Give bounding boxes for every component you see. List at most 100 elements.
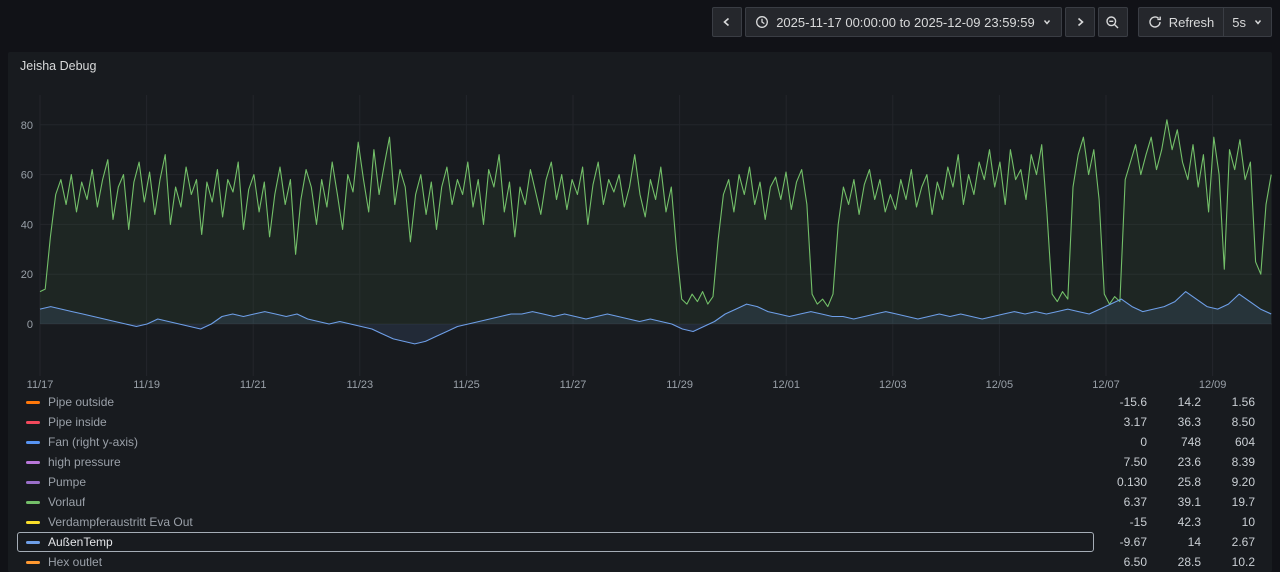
panel-jeisha-debug: Jeisha Debug 11/17 11/19 11/21 11/23 11/25 11… <box>8 52 1272 572</box>
legend-row: AußenTemp -9.67 14 2.67 <box>8 532 1272 552</box>
svg-text:80: 80 <box>21 120 33 132</box>
legend-value: 28.5 <box>1177 555 1201 569</box>
legend-value: 0 <box>1140 435 1147 449</box>
legend-label: Pipe outside <box>48 395 115 409</box>
zoom-out-icon <box>1106 15 1119 28</box>
grafana-app: 2025-11-17 00:00:00 to 2025-12-09 23:59:… <box>0 0 1280 572</box>
series-color-swatch <box>26 560 40 564</box>
caret-down-icon <box>1043 20 1050 25</box>
legend-value: 14 <box>1187 535 1201 549</box>
legend-row: high pressure 7.50 23.6 8.39 <box>8 452 1272 472</box>
svg-text:12/07: 12/07 <box>1092 379 1120 391</box>
legend-value: 7.50 <box>1123 455 1147 469</box>
zoom-out-button[interactable] <box>1097 7 1128 37</box>
legend-value: 9.20 <box>1231 475 1255 489</box>
refresh-controls: Refresh 5s <box>1137 7 1272 37</box>
legend-label: Pipe inside <box>48 415 107 429</box>
refresh-icon <box>1149 16 1161 28</box>
legend-value: 6.37 <box>1123 495 1147 509</box>
svg-text:20: 20 <box>21 269 33 281</box>
refresh-interval-dropdown[interactable]: 5s <box>1223 7 1272 37</box>
legend-value: 748 <box>1180 435 1201 449</box>
series-color-swatch <box>26 520 40 524</box>
legend-item-pumpe[interactable]: Pumpe <box>18 473 1093 491</box>
legend-value: 10 <box>1241 515 1255 529</box>
series-color-swatch <box>26 540 40 544</box>
svg-text:60: 60 <box>21 170 33 182</box>
series-color-swatch <box>26 440 40 444</box>
legend-row: Verdampferaustritt Eva Out -15 42.3 10 <box>8 512 1272 532</box>
refresh-button[interactable]: Refresh <box>1137 7 1224 37</box>
legend-item-pipe-inside[interactable]: Pipe inside <box>18 413 1093 431</box>
svg-text:11/25: 11/25 <box>453 379 480 391</box>
series-color-swatch <box>26 420 40 424</box>
panel-title[interactable]: Jeisha Debug <box>20 59 96 73</box>
series-color-swatch <box>26 460 40 464</box>
svg-text:11/19: 11/19 <box>133 379 160 391</box>
time-range-picker[interactable]: 2025-11-17 00:00:00 to 2025-12-09 23:59:… <box>745 7 1062 37</box>
legend-row: Pumpe 0.130 25.8 9.20 <box>8 472 1272 492</box>
legend-table: Pipe outside -15.6 14.2 1.56 Pipe inside 3.17… <box>8 392 1272 572</box>
legend-value: 10.2 <box>1231 555 1255 569</box>
series-color-swatch <box>26 400 40 404</box>
svg-text:11/29: 11/29 <box>666 379 693 391</box>
time-range-label: 2025-11-17 00:00:00 to 2025-12-09 23:59:… <box>776 14 1035 30</box>
svg-text:11/23: 11/23 <box>346 379 373 391</box>
legend-value: 0.130 <box>1116 475 1147 489</box>
legend-item-vorlauf[interactable]: Vorlauf <box>18 493 1093 511</box>
svg-text:40: 40 <box>21 219 33 231</box>
time-range-controls: 2025-11-17 00:00:00 to 2025-12-09 23:59:… <box>712 7 1128 37</box>
series-color-swatch <box>26 480 40 484</box>
legend-item-au-entemp[interactable]: AußenTemp <box>17 532 1094 552</box>
legend-value: 14.2 <box>1177 395 1201 409</box>
svg-text:0: 0 <box>27 319 33 331</box>
clock-icon <box>756 16 769 28</box>
legend-value: 1.56 <box>1231 395 1255 409</box>
legend-row: Fan (right y-axis) 0 748 604 <box>8 432 1272 452</box>
legend-row: Pipe outside -15.6 14.2 1.56 <box>8 392 1272 412</box>
legend-value: 8.39 <box>1231 455 1255 469</box>
svg-text:12/01: 12/01 <box>772 379 800 391</box>
legend-value: 3.17 <box>1123 415 1147 429</box>
legend-label: high pressure <box>48 455 121 469</box>
top-toolbar: 2025-11-17 00:00:00 to 2025-12-09 23:59:… <box>0 0 1280 44</box>
svg-text:12/05: 12/05 <box>986 379 1014 391</box>
svg-text:12/09: 12/09 <box>1199 379 1227 391</box>
legend-value: 39.1 <box>1177 495 1201 509</box>
legend-row: Pipe inside 3.17 36.3 8.50 <box>8 412 1272 432</box>
legend-item-fan-right-y-axis-[interactable]: Fan (right y-axis) <box>18 433 1093 451</box>
legend-row: Vorlauf 6.37 39.1 19.7 <box>8 492 1272 512</box>
legend-item-hex-outlet[interactable]: Hex outlet <box>18 553 1093 571</box>
chevron-left-icon <box>723 17 730 27</box>
legend-value: 604 <box>1234 435 1255 449</box>
legend-value: -15 <box>1129 515 1147 529</box>
legend-value: 6.50 <box>1123 555 1147 569</box>
panel-header: Jeisha Debug <box>8 52 1272 80</box>
time-shift-back-button[interactable] <box>712 7 743 37</box>
legend-label: Pumpe <box>48 475 87 489</box>
legend-value: 19.7 <box>1231 495 1255 509</box>
legend-value: 36.3 <box>1177 415 1201 429</box>
legend-label: Fan (right y-axis) <box>48 435 139 449</box>
time-shift-forward-button[interactable] <box>1064 7 1095 37</box>
time-series-chart[interactable]: 11/17 11/19 11/21 11/23 11/25 11/27 11/29 12/01… <box>8 90 1272 392</box>
svg-text:11/21: 11/21 <box>240 379 267 391</box>
refresh-interval-value: 5s <box>1232 14 1246 30</box>
legend-item-high-pressure[interactable]: high pressure <box>18 453 1093 471</box>
legend-value: 25.8 <box>1177 475 1201 489</box>
legend-item-pipe-outside[interactable]: Pipe outside <box>18 393 1093 411</box>
legend-label: AußenTemp <box>48 535 113 549</box>
svg-text:12/03: 12/03 <box>879 379 907 391</box>
legend-value: 23.6 <box>1177 455 1201 469</box>
legend-row: Hex outlet 6.50 28.5 10.2 <box>8 552 1272 572</box>
legend-label: Verdampferaustritt Eva Out <box>48 515 193 529</box>
chevron-right-icon <box>1077 17 1084 27</box>
svg-text:11/27: 11/27 <box>560 379 587 391</box>
caret-down-icon <box>1254 20 1262 25</box>
legend-item-verdampferaustritt-eva-out[interactable]: Verdampferaustritt Eva Out <box>18 513 1093 531</box>
legend-value: 8.50 <box>1231 415 1255 429</box>
series-color-swatch <box>26 500 40 504</box>
legend-value: 42.3 <box>1177 515 1201 529</box>
legend-value: -9.67 <box>1119 535 1147 549</box>
svg-text:11/17: 11/17 <box>27 379 54 391</box>
